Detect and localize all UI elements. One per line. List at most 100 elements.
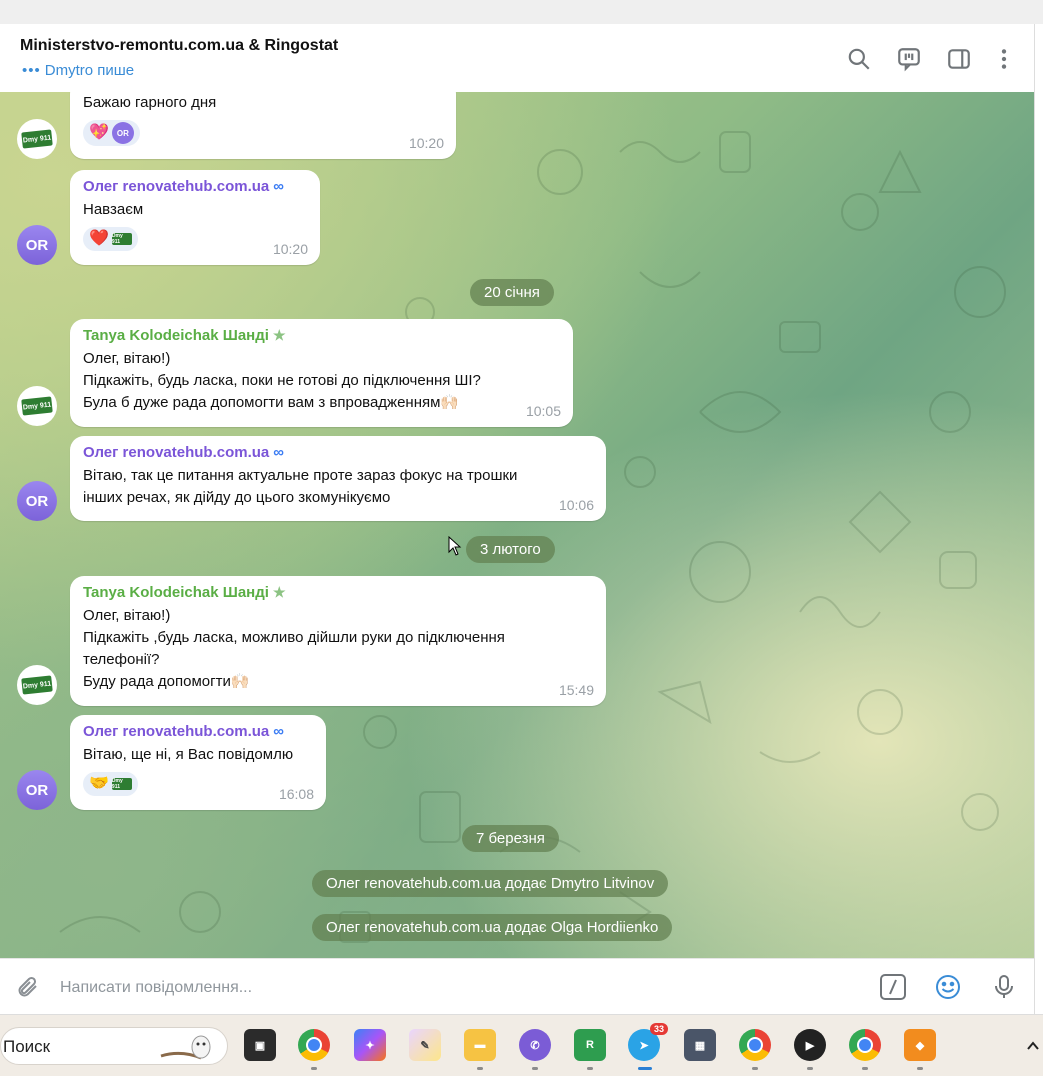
typing-status: ••• Dmytro пише — [22, 62, 134, 79]
window-right-edge — [1034, 24, 1043, 1014]
sender-name-text: Олег renovatehub.com.ua — [83, 444, 270, 461]
message-text: Буду рада допомогти🙌🏻 — [83, 673, 250, 690]
meta-verified-icon: ∞ — [273, 723, 284, 740]
message-bubble[interactable]: Tanya Kolodeichak Шанді ★ Олег, вітаю!) П… — [70, 319, 573, 427]
date-separator: 7 березня — [462, 825, 559, 852]
message-text: інших речах, як дійду до цього зкомуніку… — [83, 489, 391, 506]
message-bubble[interactable]: Олег renovatehub.com.ua ∞ Вітаю, ще ні, я… — [70, 715, 326, 810]
sidebar-toggle-icon[interactable] — [946, 46, 972, 72]
search-icon[interactable] — [846, 46, 872, 72]
taskbar-search[interactable]: Поиск — [0, 1027, 228, 1065]
microphone-icon[interactable] — [990, 973, 1018, 1001]
message-time: 15:49 — [558, 682, 594, 698]
message-text: Вітаю, ще ні, я Вас повідомлю — [83, 746, 294, 763]
attach-icon[interactable] — [16, 975, 40, 999]
commands-icon[interactable] — [879, 973, 907, 1001]
running-indicator — [752, 1067, 758, 1070]
avatar[interactable]: OR — [17, 481, 57, 521]
sender-name[interactable]: Tanya Kolodeichak Шанді ★ — [83, 327, 560, 344]
sender-name[interactable]: Tanya Kolodeichak Шанді ★ — [83, 584, 593, 601]
taskbar-search-label: Поиск — [3, 1037, 51, 1056]
message-bubble[interactable]: Tanya Kolodeichak Шанді ★ Олег, вітаю!) П… — [70, 576, 606, 706]
windows-taskbar: Поиск ▣ ✦ ✎ ▬ ✆ R ➤ 33 ▦ ▶ ◆ — [0, 1014, 1043, 1076]
sender-name[interactable]: Олег renovatehub.com.ua ∞ — [83, 723, 313, 740]
telegram-icon[interactable]: ➤ 33 — [628, 1023, 668, 1061]
avatar[interactable]: Dmy 911 — [17, 386, 57, 426]
message-time: 10:20 — [408, 135, 444, 151]
company-logo: Dmy 911 — [21, 396, 53, 416]
date-separator: 3 лютого — [466, 536, 555, 563]
company-logo: Dmy 911 — [21, 675, 53, 695]
message-text: Навзаєм — [83, 201, 144, 218]
chrome-profile-icon[interactable] — [739, 1029, 771, 1061]
message-bubble[interactable]: Олег renovatehub.com.ua ∞ Навзаєм ❤️ Dmy … — [70, 170, 320, 265]
reaction-emoji: ❤️ — [89, 230, 109, 247]
sender-name-text: Tanya Kolodeichak Шанді — [83, 584, 269, 601]
star-icon: ★ — [272, 584, 286, 600]
chrome-icon[interactable] — [298, 1029, 330, 1061]
owl-decoration-icon — [160, 1035, 211, 1060]
sender-name-text: Олег renovatehub.com.ua — [83, 178, 270, 195]
avatar[interactable]: OR — [17, 770, 57, 810]
meta-verified-icon: ∞ — [273, 178, 284, 195]
reaction-avatar: Dmy 911 — [111, 778, 132, 790]
more-vertical-icon[interactable] — [991, 46, 1017, 72]
calculator-icon[interactable]: ▦ — [684, 1029, 716, 1061]
message-text: Олег, вітаю!) — [83, 607, 171, 624]
star-icon: ★ — [272, 327, 286, 343]
reaction-avatar: Dmy 911 — [111, 233, 132, 245]
task-view-icon[interactable]: ▣ — [244, 1029, 276, 1061]
message-time: 16:08 — [278, 786, 314, 802]
mouse-cursor-icon — [448, 536, 462, 556]
sender-name-text: Олег renovatehub.com.ua — [83, 723, 270, 740]
emoji-icon[interactable] — [934, 973, 962, 1001]
avatar[interactable]: OR — [17, 225, 57, 265]
ringostat-icon[interactable]: R — [574, 1029, 606, 1061]
message-text: Вітаю, так це питання актуальне проте за… — [83, 467, 518, 484]
reaction-emoji: 🤝 — [89, 775, 109, 792]
chevron-up-icon[interactable] — [1026, 1039, 1040, 1053]
message-input[interactable] — [58, 973, 842, 1003]
typing-text: Dmytro пише — [44, 62, 135, 79]
running-indicator — [807, 1067, 813, 1070]
reaction-avatar: OR — [111, 122, 134, 144]
copilot-icon[interactable]: ✦ — [354, 1029, 386, 1061]
orange-app-icon[interactable]: ◆ — [904, 1029, 936, 1061]
sender-name-text: Tanya Kolodeichak Шанді — [83, 327, 269, 344]
running-indicator — [532, 1067, 538, 1070]
date-separator: 20 січня — [470, 279, 554, 306]
message-time: 10:06 — [558, 497, 594, 513]
chat-title[interactable]: Ministerstvo-remontu.com.ua & Ringostat — [20, 37, 338, 55]
viber-icon[interactable]: ✆ — [519, 1029, 551, 1061]
message-text: телефонії? — [83, 651, 160, 668]
reaction-chip[interactable]: ❤️ Dmy 911 — [83, 227, 138, 251]
sender-name[interactable]: Олег renovatehub.com.ua ∞ — [83, 444, 593, 461]
sender-name[interactable]: Олег renovatehub.com.ua ∞ — [83, 178, 307, 195]
chat-header: Ministerstvo-remontu.com.ua & Ringostat … — [0, 24, 1034, 93]
avatar[interactable]: Dmy 911 — [17, 665, 57, 705]
message-text: Підкажіть, будь ласка, поки не готові до… — [83, 372, 481, 389]
message-bubble[interactable]: Бажаю гарного дня 💖 OR 10:20 — [70, 92, 456, 159]
running-indicator — [311, 1067, 317, 1070]
paint-icon[interactable]: ✎ — [409, 1029, 441, 1061]
telegram-unread-badge: 33 — [649, 1023, 668, 1035]
video-chat-icon[interactable] — [896, 46, 922, 72]
avatar[interactable]: Dmy 911 — [17, 119, 57, 159]
running-indicator — [477, 1067, 483, 1070]
message-time: 10:20 — [272, 241, 308, 257]
chrome-profile-2-icon[interactable] — [849, 1029, 881, 1061]
window-top-strip — [0, 0, 1043, 24]
message-bubble[interactable]: Олег renovatehub.com.ua ∞ Вітаю, так це п… — [70, 436, 606, 521]
running-indicator — [862, 1067, 868, 1070]
reaction-chip[interactable]: 🤝 Dmy 911 — [83, 772, 138, 796]
typing-dots-icon: ••• — [22, 62, 41, 79]
service-message: Олег renovatehub.com.ua додає Dmytro Lit… — [312, 870, 669, 897]
message-time: 10:05 — [525, 403, 561, 419]
chat-area[interactable]: Бажаю гарного дня 💖 OR 10:20 Dmy 911 Оле… — [0, 92, 1034, 958]
file-explorer-icon[interactable]: ▬ — [464, 1029, 496, 1061]
reaction-chip[interactable]: 💖 OR — [83, 120, 140, 146]
message-text: Підкажіть ,будь ласка, можливо дійшли ру… — [83, 629, 505, 646]
media-player-icon[interactable]: ▶ — [794, 1029, 826, 1061]
message-text: Олег, вітаю!) — [83, 350, 171, 367]
message-text: Бажаю гарного дня — [83, 94, 217, 111]
